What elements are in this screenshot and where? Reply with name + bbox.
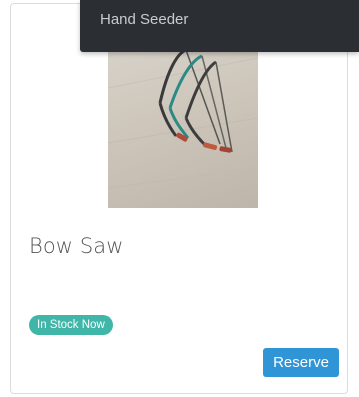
product-image	[108, 48, 258, 208]
dropdown-menu: Hand Seeder	[80, 0, 359, 52]
page: Bow Saw In Stock Now Reserve Hand Seeder	[0, 0, 359, 397]
menu-item-hand-seeder[interactable]: Hand Seeder	[100, 11, 188, 28]
bow-saw-photo	[108, 48, 258, 189]
stock-status-badge: In Stock Now	[29, 315, 113, 335]
reserve-button[interactable]: Reserve	[263, 348, 339, 377]
product-title: Bow Saw	[29, 234, 124, 258]
